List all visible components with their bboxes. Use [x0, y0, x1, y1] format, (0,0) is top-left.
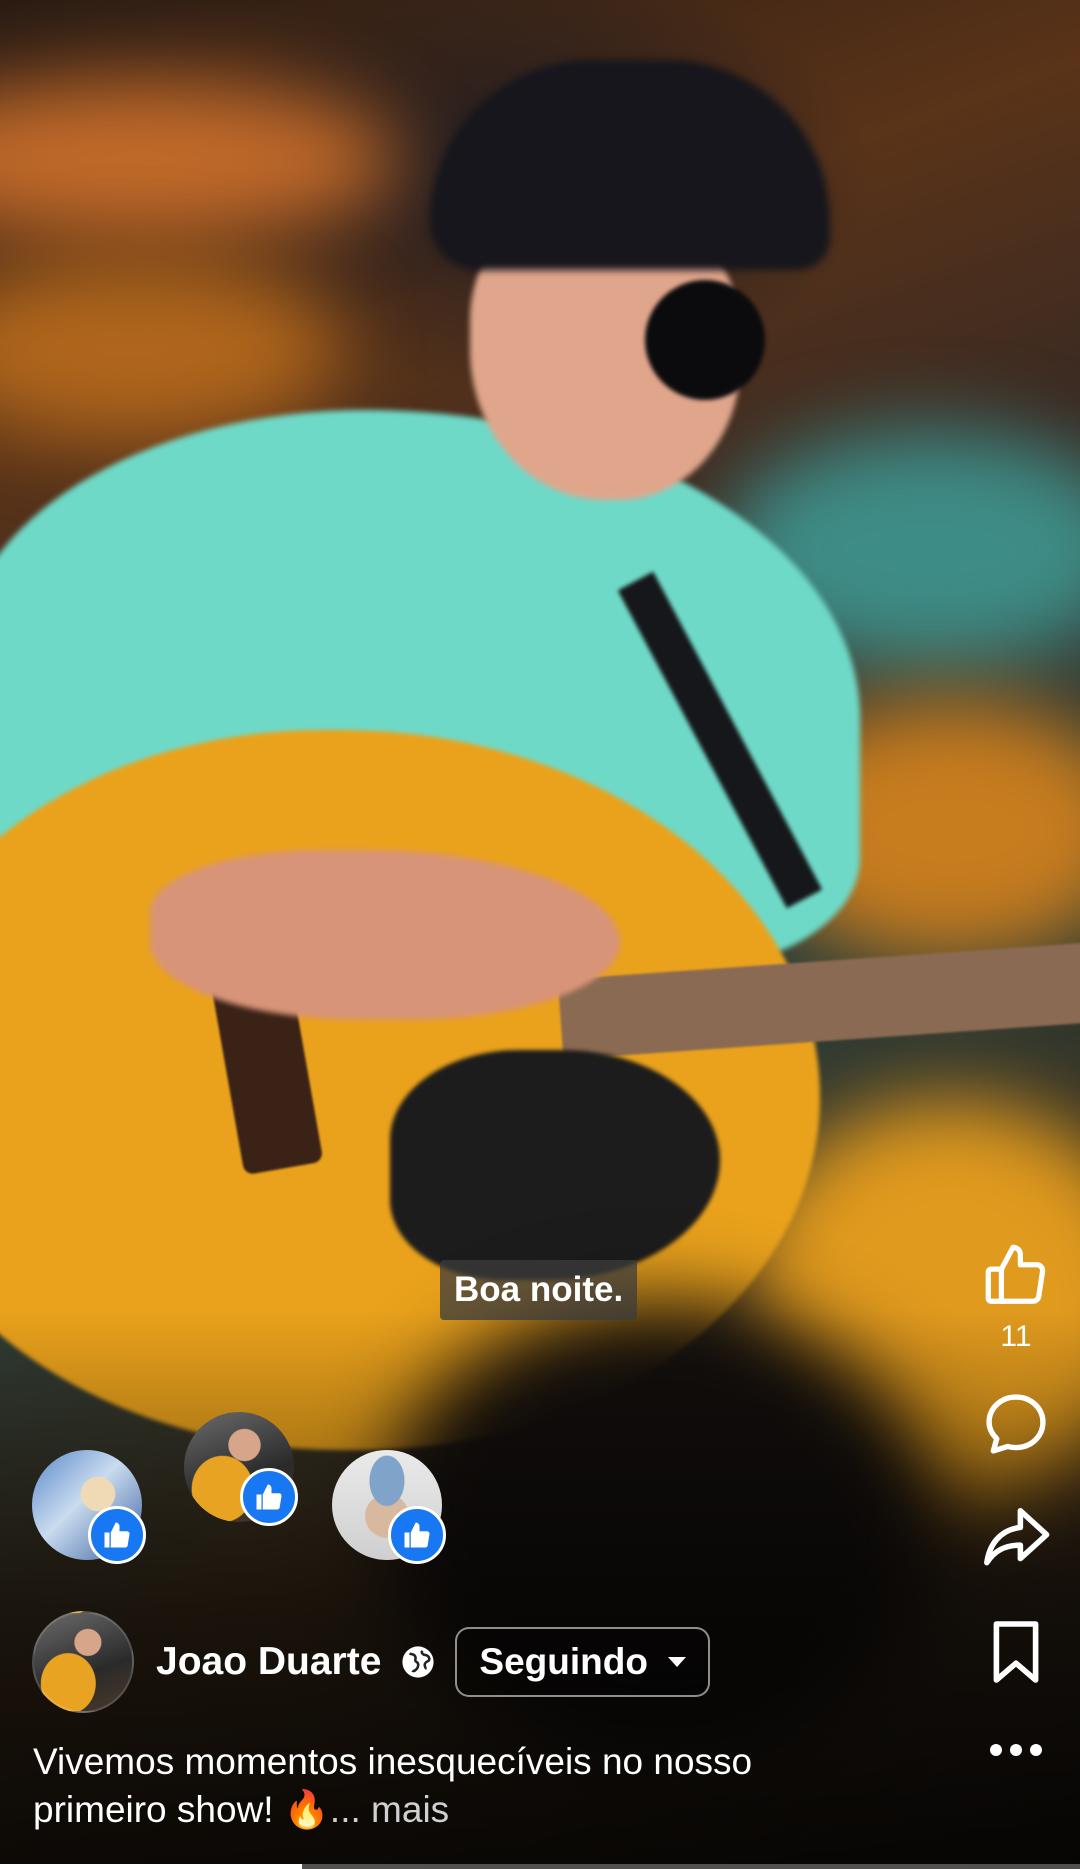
- like-button[interactable]: 11: [981, 1240, 1051, 1354]
- microphone: [645, 280, 765, 400]
- thumbs-up-icon: [404, 1522, 430, 1548]
- reactor-1[interactable]: [32, 1450, 146, 1564]
- more-icon: [990, 1744, 1042, 1756]
- post-caption[interactable]: Vivemos momentos inesquecíveis no nosso …: [33, 1738, 893, 1834]
- author-name[interactable]: Joao Duarte: [156, 1640, 381, 1684]
- like-reaction-badge: [240, 1468, 298, 1526]
- musician-cap: [430, 60, 830, 270]
- thumbs-up-icon: [985, 1244, 1046, 1304]
- globe-icon: [402, 1646, 434, 1678]
- reactor-2[interactable]: [184, 1412, 298, 1526]
- see-more-link[interactable]: ... mais: [330, 1789, 449, 1830]
- action-bar: 11: [976, 1240, 1056, 1758]
- like-reaction-badge: [88, 1506, 146, 1564]
- like-count: 11: [1000, 1320, 1032, 1353]
- reactors-strip[interactable]: [32, 1412, 452, 1564]
- chevron-down-icon: [667, 1657, 686, 1667]
- video-frame[interactable]: [0, 0, 1080, 1869]
- background-blur: [0, 260, 340, 440]
- reactor-3[interactable]: [332, 1450, 446, 1564]
- following-label: Seguindo: [479, 1641, 648, 1682]
- more-options-button[interactable]: [988, 1742, 1044, 1758]
- video-progress-bar[interactable]: [0, 1864, 1080, 1869]
- share-button[interactable]: [981, 1504, 1051, 1570]
- thumbs-up-icon: [256, 1484, 282, 1510]
- comment-button[interactable]: [982, 1390, 1050, 1458]
- video-progress-fill: [0, 1864, 303, 1869]
- background-blur: [0, 80, 400, 240]
- following-button[interactable]: Seguindo: [455, 1627, 710, 1697]
- video-subtitle: Boa noite.: [440, 1260, 638, 1320]
- like-reaction-badge: [388, 1506, 446, 1564]
- bookmark-icon: [993, 1621, 1039, 1683]
- author-avatar[interactable]: [32, 1611, 134, 1713]
- comment-icon: [986, 1394, 1046, 1454]
- share-icon: [984, 1507, 1050, 1566]
- thumbs-up-icon: [104, 1522, 130, 1548]
- reel-screen: Boa noite. 11 Joao Duarte Seguindo Vivem…: [0, 0, 1080, 1869]
- save-button[interactable]: [988, 1618, 1044, 1686]
- author-row: Joao Duarte Seguindo: [32, 1611, 710, 1713]
